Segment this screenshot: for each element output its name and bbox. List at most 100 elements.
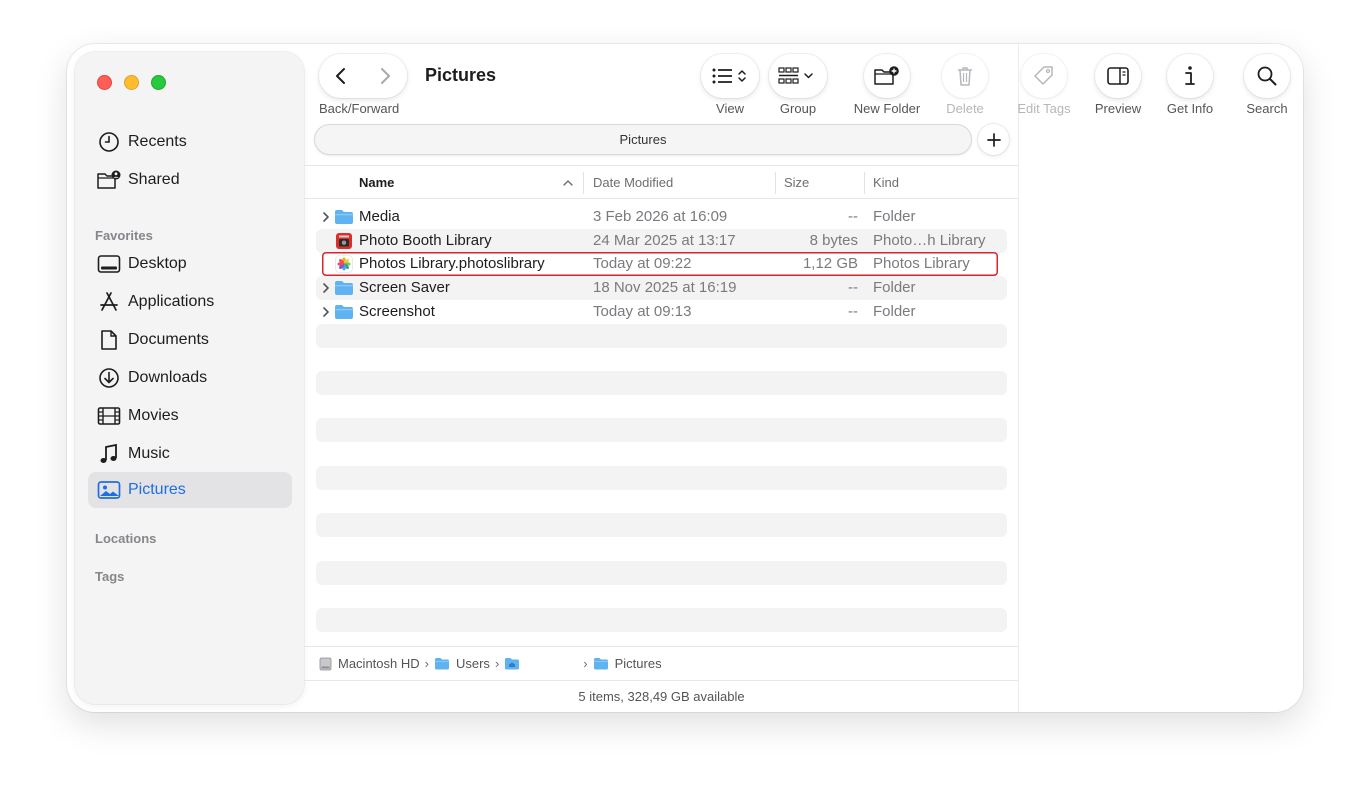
forward-button[interactable] bbox=[363, 54, 407, 98]
file-date: 3 Feb 2026 at 16:09 bbox=[593, 208, 728, 225]
path-bar[interactable]: Pictures bbox=[314, 124, 972, 155]
column-date-header[interactable]: Date Modified bbox=[593, 166, 673, 199]
breadcrumb: Macintosh HD › Users › › Pictures bbox=[304, 646, 1019, 680]
folder-icon bbox=[434, 657, 450, 670]
view-button[interactable] bbox=[701, 54, 759, 98]
sidebar-item-label: Applications bbox=[128, 293, 215, 310]
empty-row bbox=[316, 608, 1007, 632]
breadcrumb-home[interactable] bbox=[504, 657, 578, 670]
sidebar-item-label: Music bbox=[128, 445, 170, 462]
file-size: -- bbox=[848, 208, 858, 225]
column-separator[interactable] bbox=[583, 172, 584, 194]
delete-button[interactable] bbox=[942, 54, 988, 98]
file-name: Media bbox=[359, 208, 400, 225]
column-header: Name Date Modified Size Kind bbox=[304, 165, 1019, 199]
sidebar-item-label: Downloads bbox=[128, 369, 208, 386]
sidebar: Recents Shared Favorites Desktop Applica… bbox=[75, 52, 304, 704]
new-folder-label: New Folder bbox=[853, 101, 921, 116]
chevron-right-icon: › bbox=[494, 656, 500, 671]
clock-icon bbox=[94, 124, 124, 160]
sidebar-item-desktop[interactable]: Desktop bbox=[88, 246, 292, 282]
file-size: -- bbox=[848, 303, 858, 320]
empty-row bbox=[316, 418, 1007, 442]
chevron-left-icon bbox=[336, 68, 345, 84]
sidebar-item-label: Desktop bbox=[128, 255, 187, 272]
status-bar: 5 items, 328,49 GB available bbox=[304, 680, 1019, 712]
column-name-header[interactable]: Name bbox=[359, 166, 394, 199]
back-forward-control bbox=[319, 54, 407, 98]
edit-tags-label: Edit Tags bbox=[1017, 101, 1071, 116]
sidebar-item-downloads[interactable]: Downloads bbox=[88, 360, 292, 396]
film-icon bbox=[94, 398, 124, 434]
column-kind-header[interactable]: Kind bbox=[873, 166, 899, 199]
disclosure-chevron-icon[interactable] bbox=[320, 300, 332, 324]
file-size: 8 bytes bbox=[809, 232, 858, 249]
hard-drive-icon bbox=[319, 657, 332, 671]
delete-label: Delete bbox=[946, 101, 984, 116]
empty-row bbox=[316, 324, 1007, 348]
empty-row bbox=[316, 561, 1007, 585]
file-date: Today at 09:22 bbox=[593, 255, 692, 272]
sidebar-section-locations[interactable]: Locations bbox=[95, 531, 156, 546]
photo-icon bbox=[94, 472, 124, 508]
empty-row bbox=[316, 371, 1007, 395]
table-row[interactable]: Photo Booth Library 24 Mar 2025 at 13:17 8… bbox=[316, 229, 1007, 253]
sort-ascending-icon[interactable] bbox=[562, 166, 574, 199]
trash-icon bbox=[958, 67, 972, 86]
new-folder-button[interactable] bbox=[864, 54, 910, 98]
column-separator[interactable] bbox=[775, 172, 776, 194]
file-size: 1,12 GB bbox=[802, 255, 858, 272]
file-kind: Folder bbox=[873, 303, 916, 320]
search-icon bbox=[1257, 66, 1277, 86]
folder-icon bbox=[334, 303, 354, 321]
table-row[interactable]: Screen Saver 18 Nov 2025 at 16:19 -- Folder bbox=[316, 276, 1007, 300]
back-forward-label: Back/Forward bbox=[319, 101, 400, 116]
edit-tags-button[interactable] bbox=[1021, 54, 1067, 98]
disclosure-chevron-icon[interactable] bbox=[320, 205, 332, 229]
sidebar-item-documents[interactable]: Documents bbox=[88, 322, 292, 358]
file-date: Today at 09:13 bbox=[593, 303, 692, 320]
sidebar-section-tags[interactable]: Tags bbox=[95, 569, 124, 584]
chevron-right-icon: › bbox=[583, 656, 588, 671]
breadcrumb-current[interactable]: Pictures bbox=[593, 656, 662, 671]
add-tab-button[interactable] bbox=[978, 124, 1009, 155]
file-date: 24 Mar 2025 at 13:17 bbox=[593, 232, 736, 249]
get-info-label: Get Info bbox=[1166, 101, 1214, 116]
close-window-button[interactable] bbox=[97, 75, 112, 90]
info-icon bbox=[1185, 66, 1195, 85]
desktop-icon bbox=[94, 246, 124, 282]
table-row[interactable]: Media 3 Feb 2026 at 16:09 -- Folder bbox=[316, 205, 1007, 229]
group-label: Group bbox=[779, 101, 817, 116]
tag-icon bbox=[1034, 66, 1053, 85]
sidebar-item-movies[interactable]: Movies bbox=[88, 398, 292, 434]
preview-label: Preview bbox=[1094, 101, 1142, 116]
list-view-icon bbox=[712, 68, 746, 84]
sidebar-item-shared[interactable]: Shared bbox=[88, 162, 292, 198]
sidebar-item-pictures[interactable]: Pictures bbox=[88, 472, 292, 508]
view-label: View bbox=[716, 101, 744, 116]
file-kind: Folder bbox=[873, 279, 916, 296]
sidebar-item-applications[interactable]: Applications bbox=[88, 284, 292, 320]
preview-button[interactable] bbox=[1095, 54, 1141, 98]
search-button[interactable] bbox=[1244, 54, 1290, 98]
breadcrumb-users[interactable]: Users bbox=[434, 656, 490, 671]
sidebar-item-music[interactable]: Music bbox=[88, 436, 292, 472]
column-separator[interactable] bbox=[864, 172, 865, 194]
get-info-button[interactable] bbox=[1167, 54, 1213, 98]
disclosure-chevron-icon[interactable] bbox=[320, 276, 332, 300]
sidebar-item-recents[interactable]: Recents bbox=[88, 124, 292, 160]
empty-row bbox=[316, 513, 1007, 537]
group-button[interactable] bbox=[769, 54, 827, 98]
download-icon bbox=[94, 360, 124, 396]
table-row[interactable]: Screenshot Today at 09:13 -- Folder bbox=[316, 300, 1007, 324]
breadcrumb-disk[interactable]: Macintosh HD bbox=[319, 656, 420, 671]
sidebar-item-label: Documents bbox=[128, 331, 209, 348]
file-kind: Photo…h Library bbox=[873, 232, 986, 249]
minimize-window-button[interactable] bbox=[124, 75, 139, 90]
back-button[interactable] bbox=[319, 54, 363, 98]
zoom-window-button[interactable] bbox=[151, 75, 166, 90]
table-row[interactable]: Photos Library.photoslibrary Today at 09:… bbox=[322, 252, 998, 276]
file-name: Screenshot bbox=[359, 303, 435, 320]
column-size-header[interactable]: Size bbox=[784, 166, 809, 199]
file-name: Photos Library.photoslibrary bbox=[359, 255, 545, 272]
